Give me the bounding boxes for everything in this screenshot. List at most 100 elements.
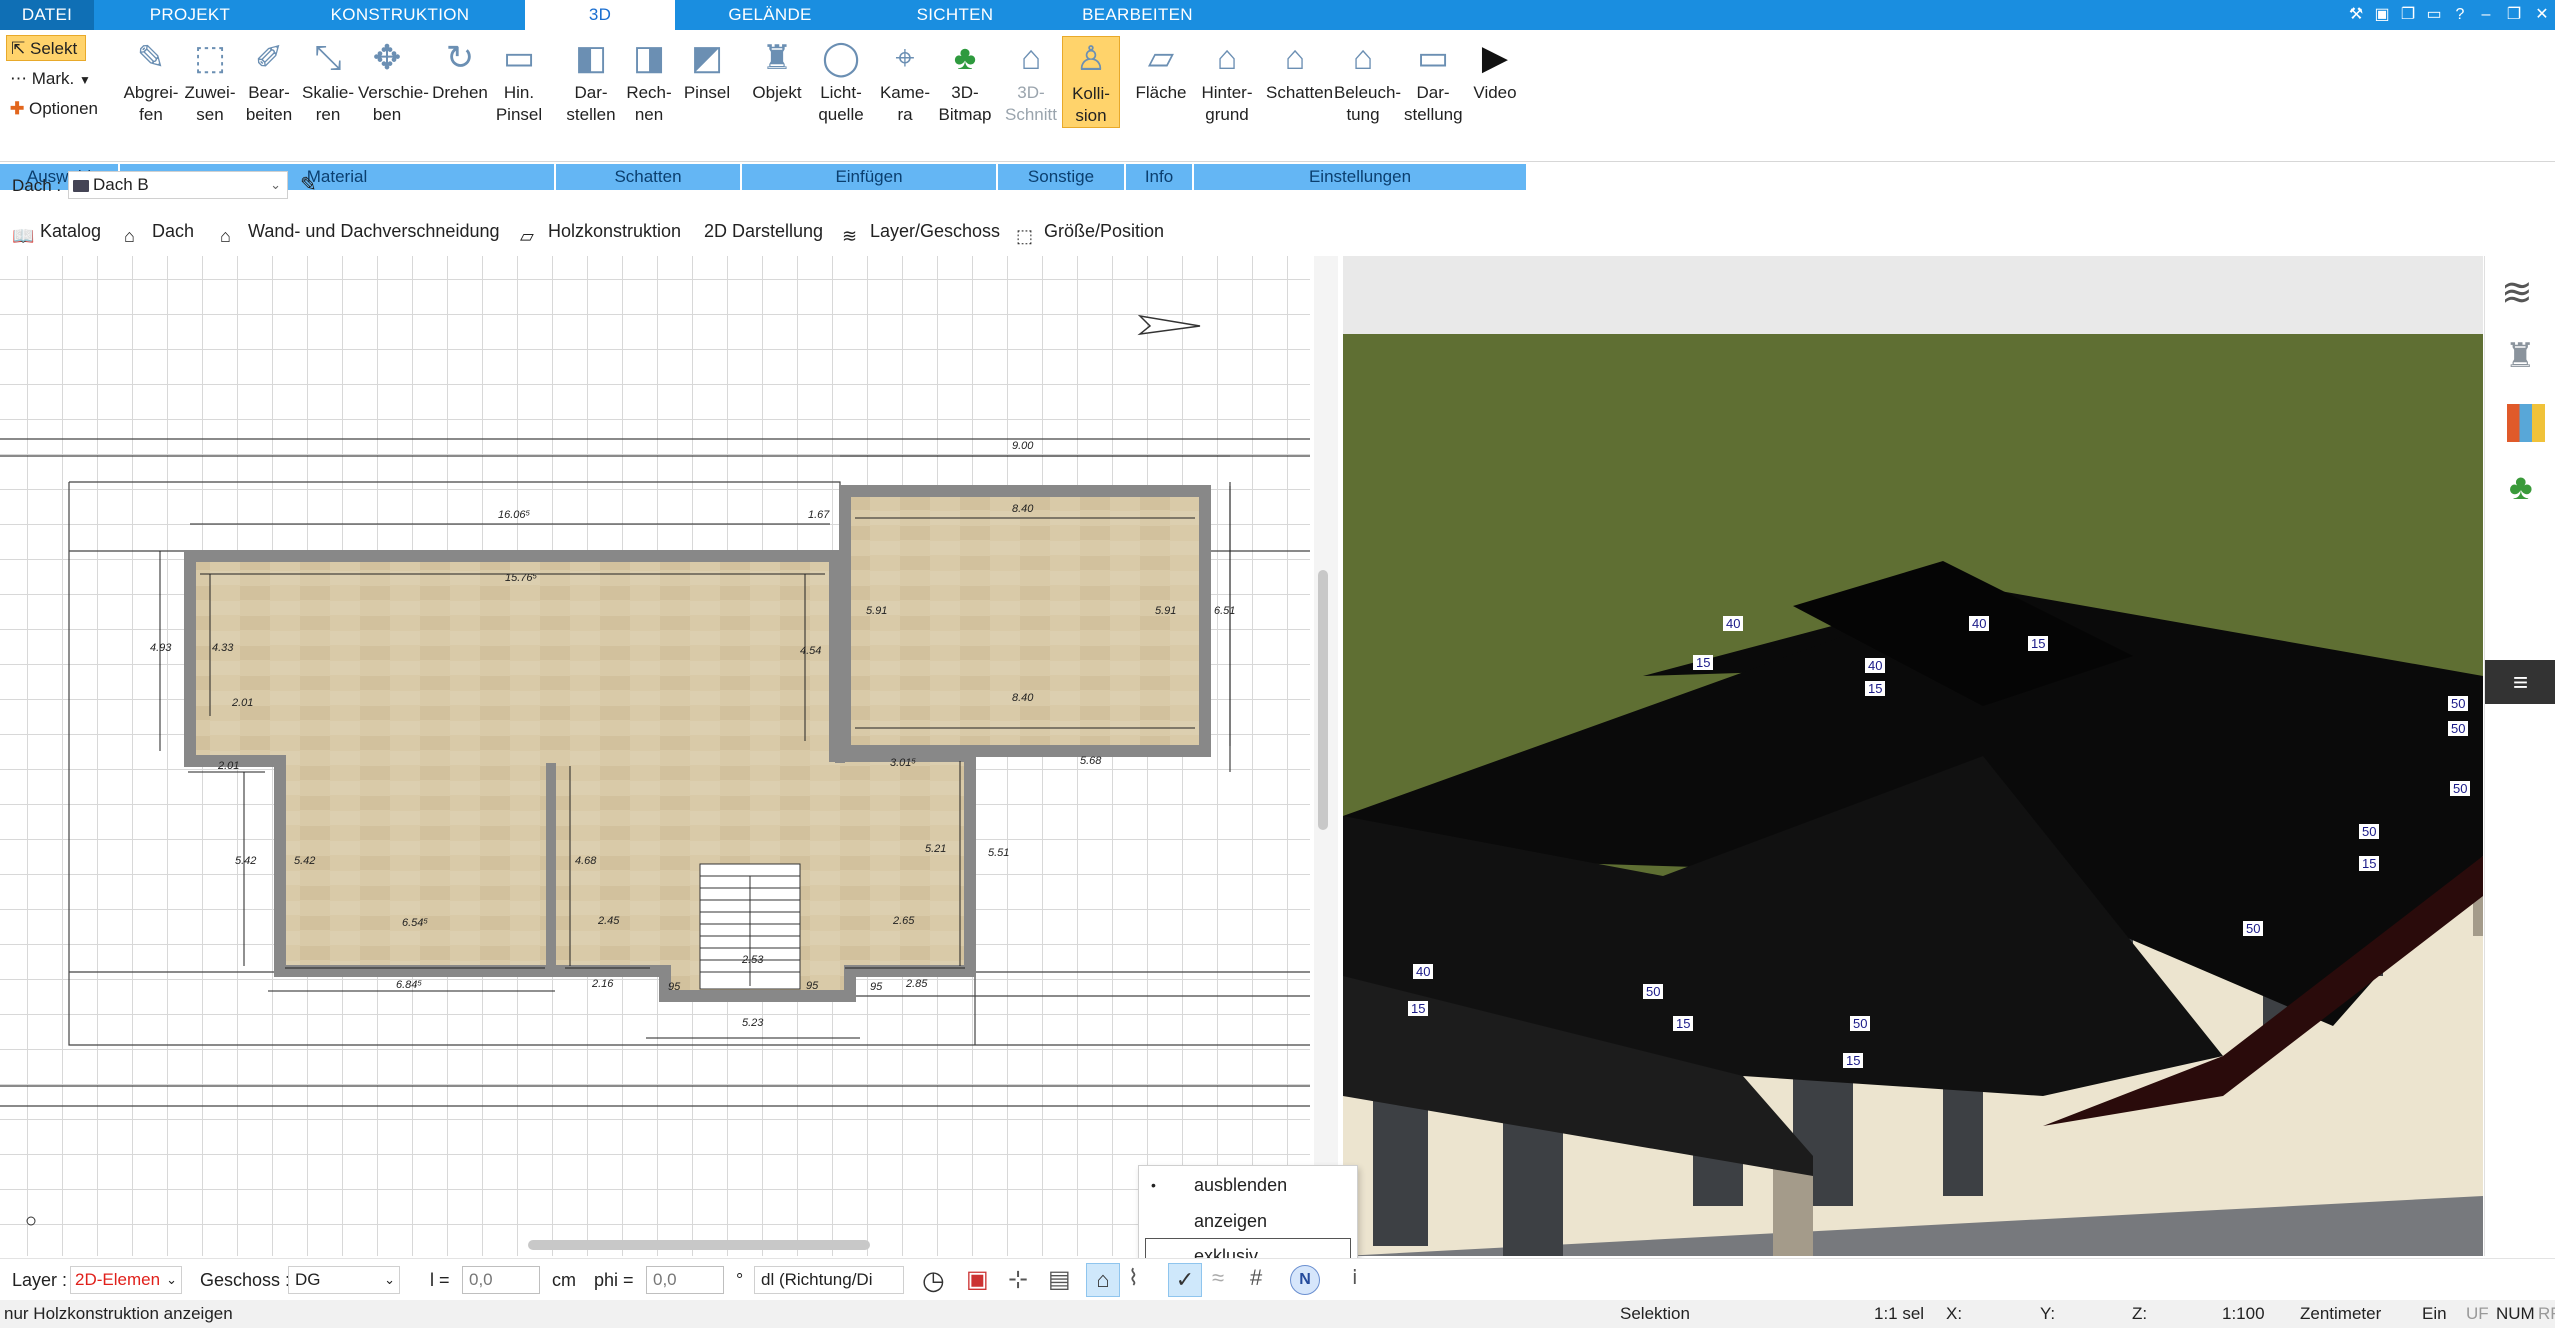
ribbon-button-background[interactable]: ⌂ Hinter-grund <box>1198 36 1256 126</box>
ribbon-button-scale[interactable]: ⤡ Skalie-ren <box>299 36 357 126</box>
restore-icon[interactable]: ❐ <box>2502 3 2526 27</box>
phi-input[interactable]: 0,0 <box>646 1266 724 1294</box>
menu-item-anzeigen[interactable]: anzeigen <box>1139 1204 1357 1238</box>
north-icon[interactable]: N <box>1290 1265 1320 1295</box>
tab-datei[interactable]: DATEI <box>0 0 94 30</box>
ribbon-button-label: Video <box>1473 83 1517 102</box>
ribbon-button-label: stellen <box>566 105 616 124</box>
horizontal-scrollbar-thumb[interactable] <box>528 1240 870 1250</box>
mark-icon: ⋯ <box>10 69 27 88</box>
window-layout-icon[interactable]: ❐ <box>2396 3 2420 27</box>
options-button[interactable]: ✚ Optionen <box>6 96 98 122</box>
ribbon-button-tree[interactable]: ♣ 3D- Bitmap <box>936 36 994 126</box>
svg-text:15: 15 <box>1676 1016 1690 1031</box>
group-sonstige: Sonstige <box>998 164 1126 190</box>
tools-icon[interactable]: ⚒ <box>2344 3 2368 27</box>
store-icon[interactable]: ▣ <box>2370 3 2394 27</box>
ribbon-button-assign-material[interactable]: ⬚ Zuwei-sen <box>181 36 239 126</box>
monitor-icon[interactable]: ▭ <box>2422 3 2446 27</box>
ribbon-button-collision[interactable]: ♙ Kolli-sion <box>1062 36 1120 128</box>
book-icon: 📖 <box>12 226 35 246</box>
tree-icon[interactable]: ♣ <box>2509 466 2533 508</box>
ribbon-button-camera[interactable]: ⌖ Kame-ra <box>876 36 934 126</box>
dim-label: 5.68 <box>1080 755 1102 767</box>
menu-item-ausblenden[interactable]: • ausblenden <box>1139 1168 1357 1202</box>
roof-select[interactable]: Dach B ⌄ <box>68 171 288 199</box>
roof-visibility-icon[interactable]: ⌂ <box>1086 1263 1120 1297</box>
ribbon-button-display-settings[interactable]: ▭ Dar-stellung <box>1404 36 1463 126</box>
help-icon[interactable]: ? <box>2448 3 2472 27</box>
svg-text:50: 50 <box>2246 921 2260 936</box>
tab-3d[interactable]: 3D <box>525 0 675 30</box>
grid-icon[interactable]: # <box>1250 1265 1262 1291</box>
roof-small-icon <box>73 180 89 192</box>
ribbon-button-label: 3D- <box>951 83 979 102</box>
ribbon-button-display-shadow[interactable]: ◧ Dar-stellen <box>562 36 620 126</box>
tab-konstruktion[interactable]: KONSTRUKTION <box>300 0 500 30</box>
ribbon-button-area[interactable]: ▱ Fläche <box>1132 36 1190 104</box>
ribbon-button-lightbulb[interactable]: ◯ Licht-quelle <box>812 36 870 126</box>
svg-text:50: 50 <box>1853 1016 1867 1031</box>
layers-icon[interactable]: ≋ <box>2501 270 2533 315</box>
section-icon: ⌂ <box>1020 39 1042 77</box>
visibility-toggle-icon[interactable]: ✓ <box>1168 1263 1202 1297</box>
dim-label: 5.42 <box>294 855 315 867</box>
svg-text:50: 50 <box>1646 984 1660 999</box>
hide-icon[interactable]: ⌇ <box>1128 1265 1139 1291</box>
minimize-icon[interactable]: – <box>2474 3 2498 27</box>
svg-text:15: 15 <box>1846 1053 1860 1068</box>
ribbon-button-move[interactable]: ✥ Verschie-ben <box>358 36 429 126</box>
ribbon-button-shadow-house[interactable]: ⌂ Schatten <box>1266 36 1333 104</box>
ribbon-button-section[interactable]: ⌂ 3D- Schnitt <box>1002 36 1060 126</box>
size-position-button[interactable]: ⬚ Größe/Position <box>1016 214 1164 248</box>
svg-text:15: 15 <box>1411 1001 1425 1016</box>
floor-plan-canvas[interactable]: 9.00 16.06⁵ 1.67 8.40 15.76⁵ 4.93 4.33 4… <box>0 256 1310 1256</box>
ribbon-button-brush[interactable]: ▭ Hin. Pinsel <box>490 36 548 126</box>
ribbon-button-calculate-shadow[interactable]: ◨ Rech-nen <box>620 36 678 126</box>
ribbon-button-eyedropper[interactable]: ✎ Abgrei-fen <box>122 36 180 126</box>
tab-gelaende[interactable]: GELÄNDE <box>700 0 840 30</box>
presentation-icon[interactable]: ▣ <box>966 1265 989 1294</box>
group-einfuegen: Einfügen <box>742 164 998 190</box>
timber-construction-button[interactable]: ▱ Holzkonstruktion <box>520 214 681 248</box>
length-input[interactable]: 0,0 <box>462 1266 540 1294</box>
floor-select[interactable]: DG ⌄ <box>288 1266 400 1294</box>
ribbon-button-shadow-brush[interactable]: ◩ Pinsel <box>678 36 736 104</box>
select-button[interactable]: ⇱ Selekt <box>6 35 86 61</box>
ribbon-button-label: Beleuch- <box>1334 83 1402 102</box>
2d-display-button[interactable]: 2D Darstellung <box>704 214 823 248</box>
chair-icon[interactable]: ♜ <box>2505 336 2535 376</box>
dim-label: 8.40 <box>1012 503 1034 515</box>
ribbon-button-chair[interactable]: ♜ Objekt <box>748 36 806 104</box>
3d-viewport[interactable]: 40 15 40 15 40 15 50 50 50 50 15 50 40 1… <box>1343 256 2483 1256</box>
status-y: Y: <box>2040 1304 2056 1323</box>
pencil-icon[interactable]: ✎ <box>300 172 317 197</box>
material-palette-icon[interactable] <box>2507 404 2545 442</box>
ribbon-button-edit-material[interactable]: ✐ Bear-beiten <box>240 36 298 126</box>
direction-select[interactable]: dl (Richtung/Di <box>754 1266 904 1294</box>
object-snap-icon[interactable]: ▤ <box>1048 1265 1071 1294</box>
snap-icon[interactable]: ⊹ <box>1008 1265 1028 1294</box>
clock-icon[interactable]: ◷ <box>922 1265 945 1296</box>
calculate-shadow-icon: ◨ <box>632 39 666 77</box>
layer-select[interactable]: 2D-Elemen ⌄ <box>70 1266 182 1294</box>
info-icon[interactable]: ⅰ <box>1352 1265 1358 1290</box>
tab-sichten[interactable]: SICHTEN <box>885 0 1025 30</box>
length-label: l = <box>430 1270 450 1290</box>
dim-label: 2.01 <box>231 697 253 709</box>
svg-text:15: 15 <box>2031 636 2045 651</box>
tab-projekt[interactable]: PROJEKT <box>120 0 260 30</box>
vertical-scrollbar-thumb[interactable] <box>1318 570 1328 830</box>
tab-bearbeiten[interactable]: BEARBEITEN <box>1050 0 1225 30</box>
roof-button[interactable]: ⌂ Dach <box>124 214 194 248</box>
layers-stack-icon[interactable]: ≈ <box>1212 1265 1224 1291</box>
close-icon[interactable]: ✕ <box>2530 3 2554 27</box>
ribbon-button-play[interactable]: ▶ Video <box>1466 36 1524 104</box>
catalog-button[interactable]: 📖 Katalog <box>12 214 101 248</box>
panel-menu-icon[interactable]: ≡ <box>2485 660 2555 704</box>
mark-button[interactable]: ⋯ Mark. ▼ <box>6 66 91 92</box>
ribbon-button-lighting-house[interactable]: ⌂ Beleuch-tung <box>1334 36 1402 126</box>
wall-roof-intersection-button[interactable]: ⌂ Wand- und Dachverschneidung <box>220 214 499 248</box>
layer-floor-button[interactable]: ≋ Layer/Geschoss <box>842 214 1000 248</box>
ribbon-button-rotate[interactable]: ↻ Drehen <box>431 36 489 104</box>
